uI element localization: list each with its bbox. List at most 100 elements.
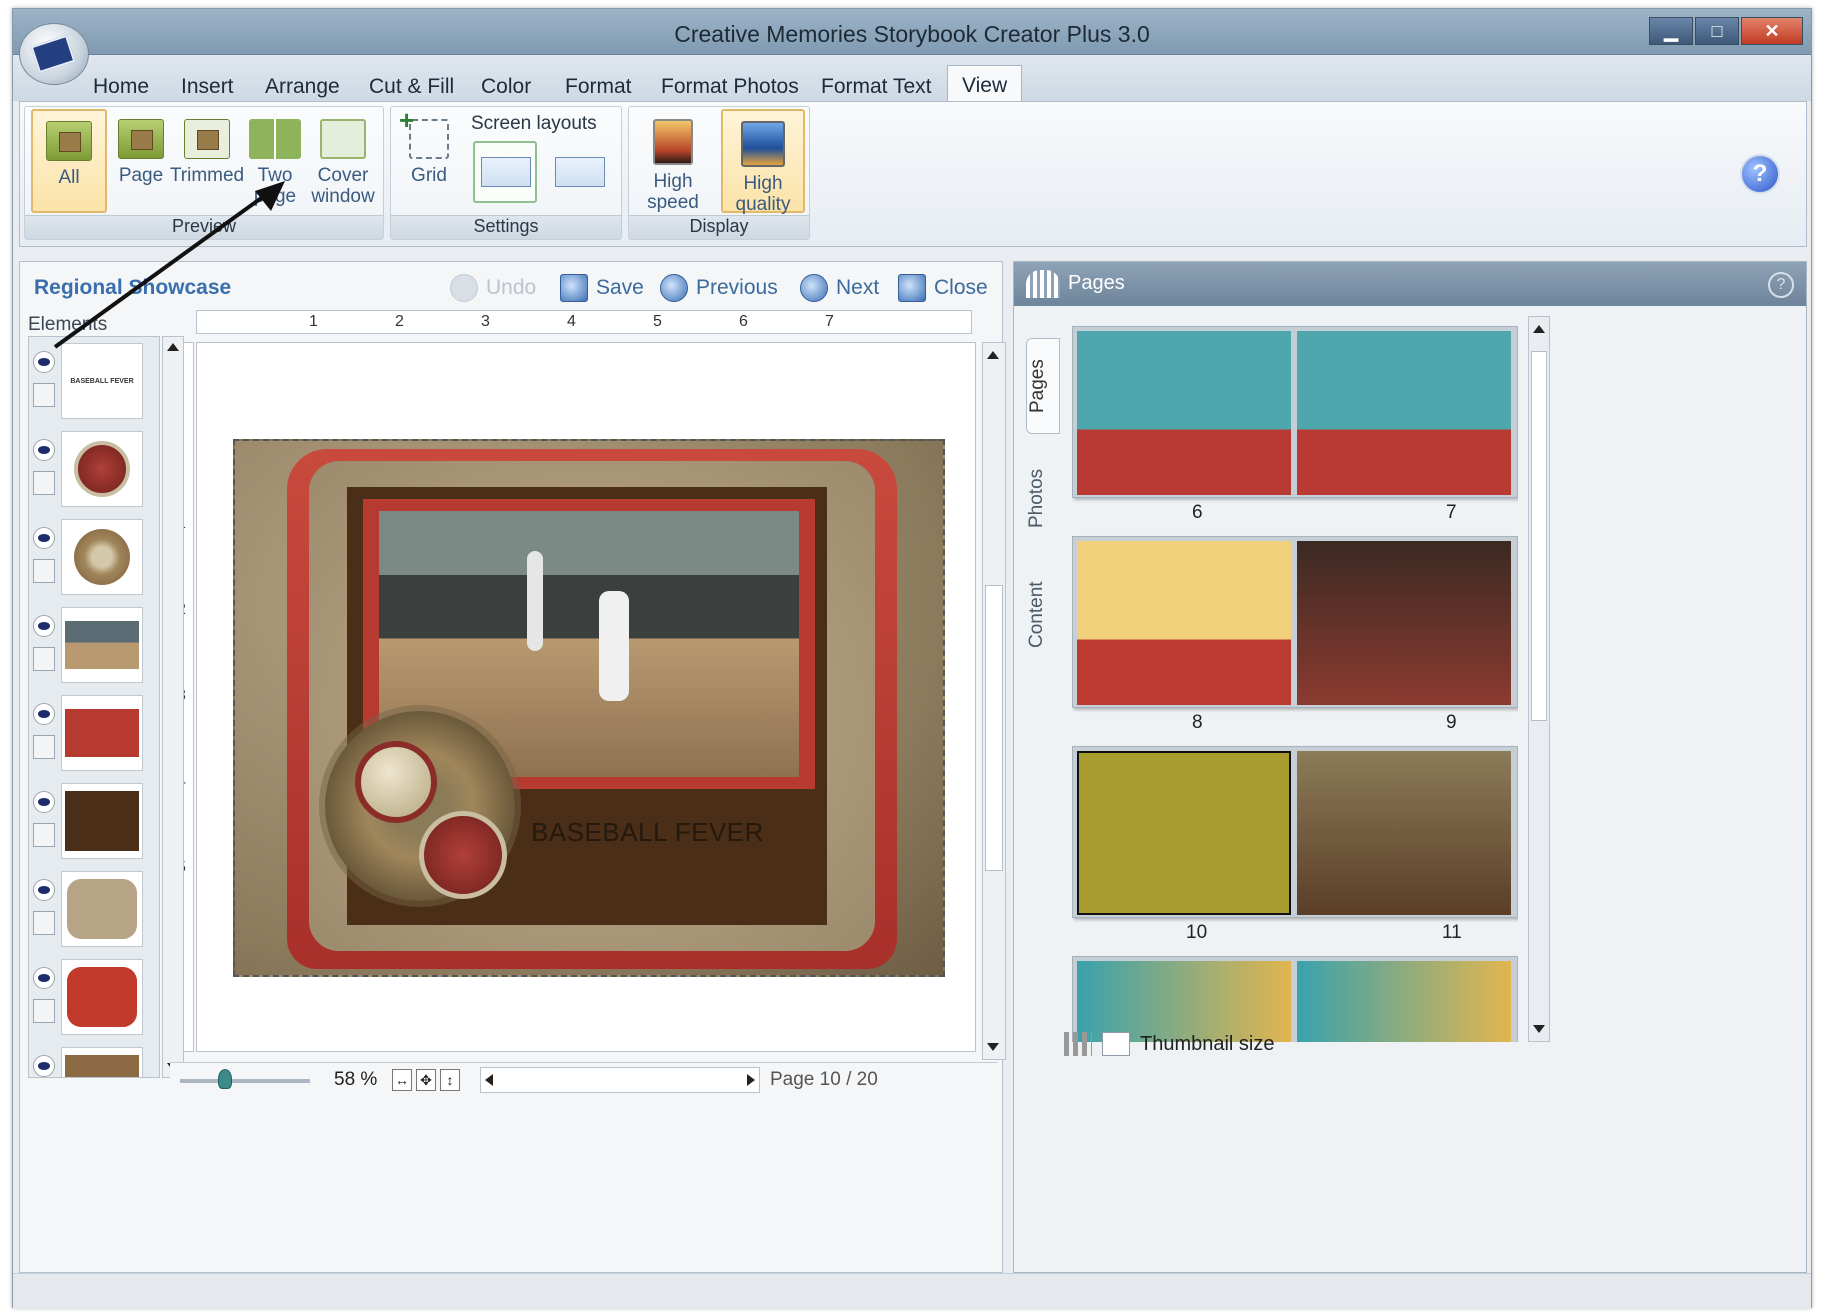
menu-insert[interactable]: Insert [181, 75, 234, 99]
scroll-left-icon[interactable] [485, 1074, 493, 1086]
menu-color[interactable]: Color [481, 75, 531, 99]
list-item[interactable] [29, 603, 149, 687]
canvas-horizontal-scrollbar[interactable] [480, 1067, 760, 1093]
element-thumbnail[interactable] [61, 695, 143, 771]
preview-two-page-button[interactable]: Two page [237, 109, 313, 213]
layout-page[interactable]: BASEBALL FEVER [233, 439, 945, 977]
element-thumbnail[interactable] [61, 519, 143, 595]
lock-icon[interactable] [33, 471, 55, 495]
page-thumbnail[interactable] [1077, 541, 1291, 705]
eye-icon[interactable] [33, 527, 55, 549]
lock-icon[interactable] [33, 999, 55, 1023]
scroll-thumb[interactable] [985, 585, 1003, 871]
spread-12-13[interactable] [1072, 956, 1518, 1042]
preview-cover-window-button[interactable]: Cover window [305, 109, 381, 213]
menu-format[interactable]: Format [565, 75, 632, 99]
list-item[interactable] [29, 779, 149, 863]
lock-icon[interactable] [33, 383, 55, 407]
menu-view[interactable]: View [947, 65, 1023, 103]
undo-button[interactable]: Undo [450, 274, 536, 302]
button-embellishment[interactable] [355, 741, 437, 823]
pages-scrollbar[interactable] [1528, 316, 1550, 1042]
element-thumbnail[interactable] [61, 1047, 143, 1077]
element-thumbnail[interactable] [61, 871, 143, 947]
grid-button[interactable]: Grid [391, 105, 467, 213]
scroll-down-icon[interactable] [987, 1043, 999, 1051]
high-quality-button[interactable]: High quality [721, 109, 805, 215]
page-thumbnail[interactable] [1297, 541, 1511, 705]
menu-arrange[interactable]: Arrange [265, 75, 340, 99]
maximize-button[interactable]: □ [1695, 17, 1739, 45]
page-thumbnail[interactable] [1297, 751, 1511, 915]
list-item[interactable]: BASEBALL FEVER [29, 339, 149, 423]
menu-home[interactable]: Home [93, 75, 149, 99]
scroll-right-icon[interactable] [747, 1074, 755, 1086]
eye-icon[interactable] [33, 351, 55, 373]
fit-page-icon[interactable]: ✥ [416, 1069, 436, 1091]
lock-icon[interactable] [33, 911, 55, 935]
zoom-slider[interactable] [180, 1079, 310, 1083]
next-button[interactable]: Next [800, 274, 879, 302]
spread-10-11[interactable] [1072, 746, 1518, 918]
screen-layout-2-button[interactable] [547, 141, 611, 203]
tab-pages[interactable]: Pages [1026, 338, 1060, 434]
eye-icon[interactable] [33, 439, 55, 461]
menu-cut-fill[interactable]: Cut & Fill [369, 75, 454, 99]
minimize-button[interactable]: ▁ [1649, 17, 1693, 45]
element-thumbnail[interactable] [61, 607, 143, 683]
save-button[interactable]: Save [560, 274, 644, 302]
list-item[interactable] [29, 955, 149, 1039]
pages-help-button[interactable]: ? [1768, 272, 1794, 298]
canvas-vertical-scrollbar[interactable] [982, 342, 1006, 1060]
spread-6-7[interactable] [1072, 326, 1518, 498]
close-button[interactable]: Close [898, 274, 988, 302]
spread-8-9[interactable] [1072, 536, 1518, 708]
preview-page-button[interactable]: Page [103, 109, 179, 213]
large-thumbnails-icon[interactable] [1102, 1032, 1130, 1056]
elements-scrollbar[interactable] [162, 336, 184, 1078]
fit-width-icon[interactable]: ↔ [392, 1069, 412, 1091]
scroll-down-icon[interactable] [1533, 1025, 1545, 1033]
list-item[interactable] [29, 427, 149, 511]
high-speed-button[interactable]: High speed [635, 109, 711, 213]
page-title[interactable]: BASEBALL FEVER [531, 817, 764, 848]
screen-layout-1-button[interactable] [473, 141, 537, 203]
scroll-up-icon[interactable] [987, 351, 999, 359]
help-button[interactable]: ? [1740, 154, 1780, 194]
lock-icon[interactable] [33, 559, 55, 583]
lock-icon[interactable] [33, 647, 55, 671]
tab-photos[interactable]: Photos [1026, 450, 1060, 546]
fit-height-icon[interactable]: ↕ [440, 1069, 460, 1091]
previous-button[interactable]: Previous [660, 274, 778, 302]
page-thumbnail-selected[interactable] [1077, 751, 1291, 915]
element-thumbnail[interactable] [61, 783, 143, 859]
app-logo-icon[interactable] [19, 23, 89, 85]
page-thumbnail[interactable] [1077, 331, 1291, 495]
page-thumbnail[interactable] [1297, 961, 1511, 1042]
list-item[interactable] [29, 515, 149, 599]
list-item[interactable] [29, 691, 149, 775]
list-item[interactable] [29, 867, 149, 951]
eye-icon[interactable] [33, 703, 55, 725]
small-thumbnails-icon[interactable] [1064, 1032, 1092, 1056]
element-thumbnail[interactable]: BASEBALL FEVER [61, 343, 143, 419]
lock-icon[interactable] [33, 823, 55, 847]
scroll-up-icon[interactable] [167, 343, 179, 351]
page-thumbnail[interactable] [1077, 961, 1291, 1042]
tab-content[interactable]: Content [1026, 562, 1060, 668]
lock-icon[interactable] [33, 735, 55, 759]
close-window-button[interactable]: ✕ [1741, 17, 1803, 45]
element-thumbnail[interactable] [61, 959, 143, 1035]
page-thumbnail[interactable] [1297, 331, 1511, 495]
eye-icon[interactable] [33, 615, 55, 637]
menu-format-photos[interactable]: Format Photos [661, 75, 799, 99]
eye-icon[interactable] [33, 791, 55, 813]
scroll-up-icon[interactable] [1533, 325, 1545, 333]
eye-icon[interactable] [33, 967, 55, 989]
list-item[interactable] [29, 1043, 149, 1077]
eye-icon[interactable] [33, 879, 55, 901]
scroll-thumb[interactable] [1531, 351, 1547, 721]
thumbnail-size-control[interactable]: Thumbnail size [1064, 1032, 1275, 1056]
preview-trimmed-button[interactable]: Trimmed [169, 109, 245, 213]
eye-icon[interactable] [33, 1055, 55, 1077]
